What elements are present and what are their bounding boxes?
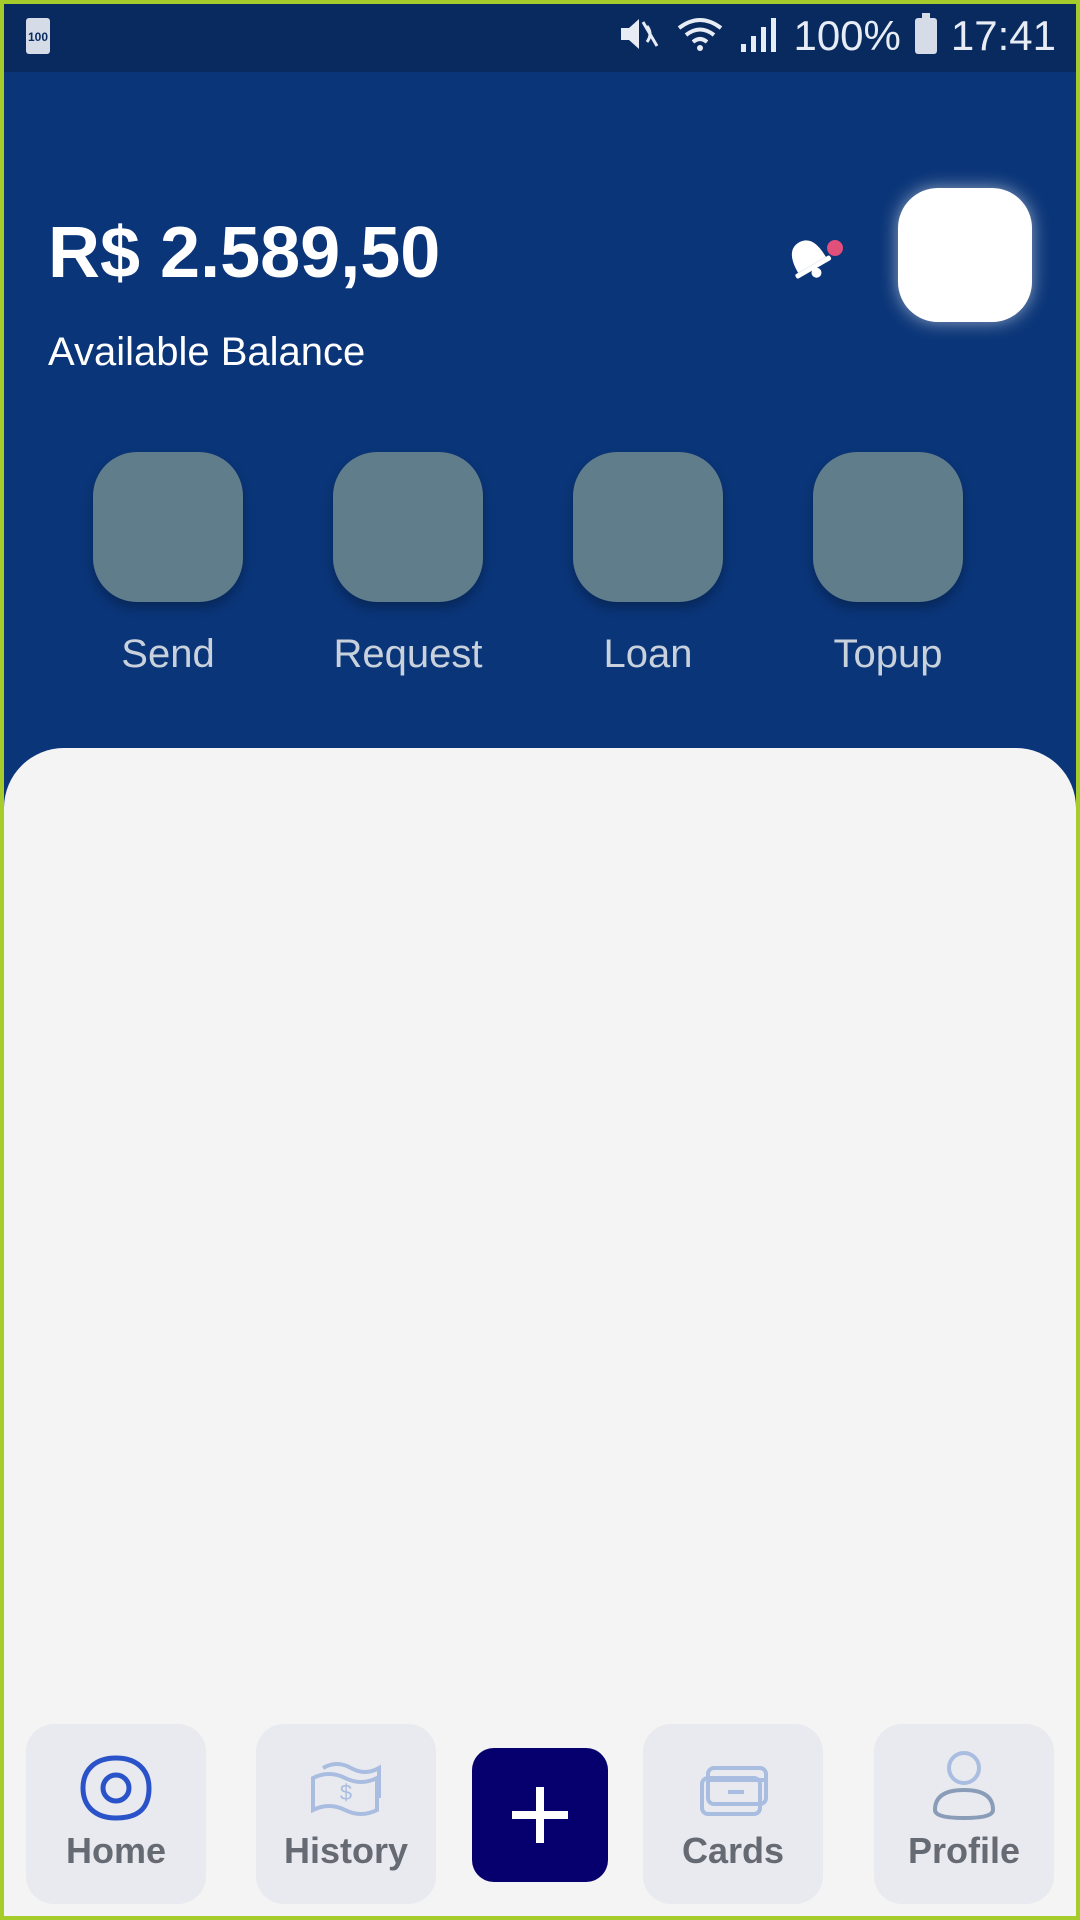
- profile-icon: [927, 1751, 1001, 1827]
- loan-label: Loan: [603, 632, 693, 676]
- status-bar: 100 100% 17:41: [0, 0, 1080, 72]
- loan-tile[interactable]: [573, 452, 723, 602]
- request-action[interactable]: Request: [333, 452, 483, 676]
- nav-cards-label: Cards: [681, 1830, 785, 1871]
- avatar-button[interactable]: [898, 188, 1032, 322]
- signal-icon: [739, 14, 779, 59]
- home-icon: [79, 1754, 153, 1827]
- add-button[interactable]: [472, 1748, 608, 1882]
- money-icon: $: [309, 1754, 383, 1827]
- nav-profile-label: Profile: [907, 1830, 1021, 1871]
- topup-tile[interactable]: [813, 452, 963, 602]
- request-label: Request: [333, 632, 483, 676]
- send-tile[interactable]: [93, 452, 243, 602]
- balance-label: Available Balance: [48, 330, 366, 374]
- card-icon: [696, 1754, 770, 1827]
- send-action[interactable]: Send: [93, 452, 243, 676]
- nav-history-label: History: [283, 1830, 409, 1871]
- topup-label: Topup: [833, 632, 943, 676]
- notification-dot: [827, 240, 843, 256]
- nav-cards[interactable]: Cards: [643, 1724, 823, 1904]
- svg-text:$: $: [340, 1780, 352, 1805]
- battery-badge-text: 100: [27, 30, 49, 44]
- request-tile[interactable]: [333, 452, 483, 602]
- mute-icon: [617, 14, 661, 59]
- clock: 17:41: [950, 12, 1056, 59]
- wifi-icon: [675, 14, 725, 59]
- loan-action[interactable]: Loan: [573, 452, 723, 676]
- send-label: Send: [121, 632, 215, 676]
- battery-percent: 100%: [793, 12, 901, 59]
- nav-profile[interactable]: Profile: [874, 1724, 1054, 1904]
- battery-saver-icon: 100: [26, 18, 50, 54]
- bell-icon[interactable]: [778, 226, 848, 286]
- nav-home-label: Home: [65, 1830, 167, 1871]
- status-right: 100% 17:41: [617, 10, 1056, 62]
- battery-icon: [914, 13, 937, 54]
- balance-amount: R$ 2.589,50: [48, 213, 441, 293]
- nav-history[interactable]: $ History: [256, 1724, 436, 1904]
- nav-home[interactable]: Home: [26, 1724, 206, 1904]
- topup-action[interactable]: Topup: [813, 452, 963, 676]
- plus-icon: [512, 1787, 568, 1843]
